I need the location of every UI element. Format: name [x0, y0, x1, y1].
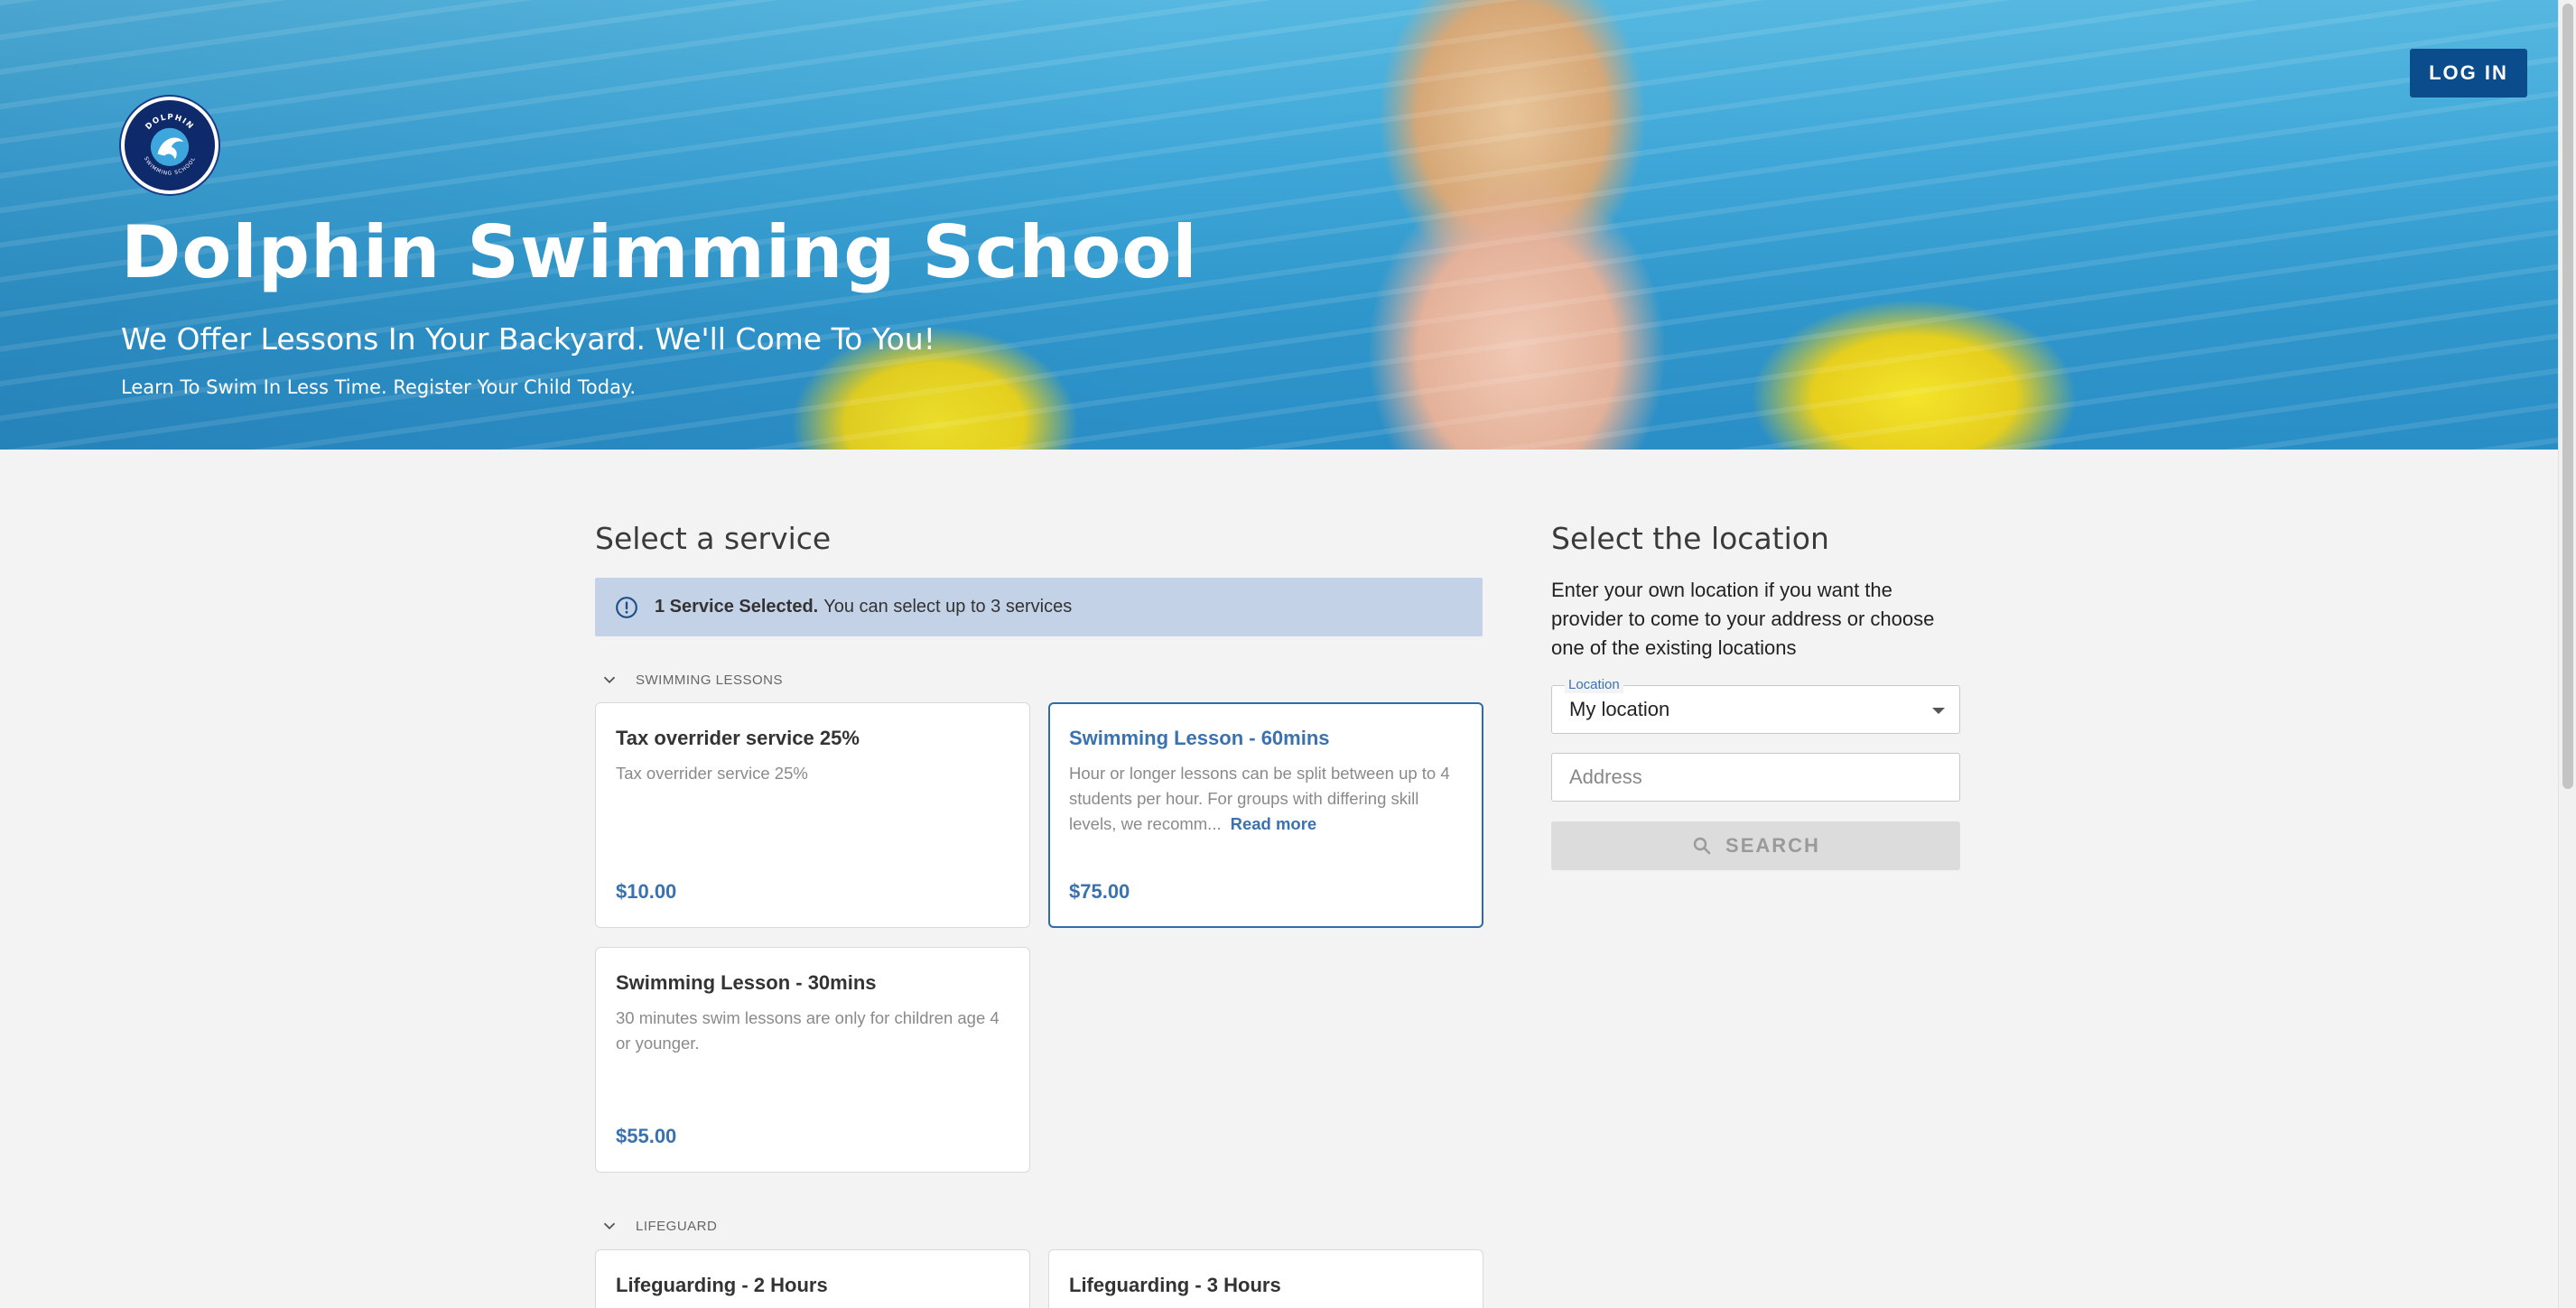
service-title: Lifeguarding - 2 Hours	[616, 1274, 828, 1296]
service-card-lifeguard-3h[interactable]: Lifeguarding - 3 Hours	[1048, 1249, 1483, 1308]
service-description: Hour or longer lessons can be split betw…	[1069, 761, 1463, 837]
dropdown-arrow-icon	[1932, 708, 1945, 714]
service-price: $75.00	[1069, 880, 1130, 903]
search-button-label: SEARCH	[1725, 834, 1820, 857]
location-description: Enter your own location if you want the …	[1551, 579, 1935, 659]
group-header-swimming-lessons[interactable]: SWIMMING LESSONS	[600, 670, 783, 690]
location-select[interactable]: Location My location	[1551, 677, 1960, 734]
page-scrollbar[interactable]	[2558, 0, 2576, 1308]
service-title: Swimming Lesson - 30mins	[616, 971, 877, 994]
service-price: $55.00	[616, 1125, 677, 1147]
info-icon	[616, 596, 637, 618]
service-description: Tax overrider service 25%	[616, 764, 808, 783]
scrollbar-thumb[interactable]	[2562, 4, 2573, 789]
services-heading: Select a service	[595, 521, 832, 556]
service-card-lifeguard-2h[interactable]: Lifeguarding - 2 Hours	[595, 1249, 1030, 1308]
chevron-down-icon	[603, 1222, 616, 1230]
group-label: SWIMMING LESSONS	[636, 672, 784, 688]
service-price: $10.00	[616, 880, 677, 903]
login-button[interactable]: LOG IN	[2410, 49, 2527, 97]
selection-hint: You can select up to 3 services	[823, 597, 1073, 617]
group-header-lifeguard[interactable]: LIFEGUARD	[600, 1216, 717, 1236]
location-select-value: My location	[1569, 698, 1670, 720]
location-heading: Select the location	[1551, 521, 1829, 556]
selection-info-banner: 1 Service Selected. You can select up to…	[595, 578, 1483, 636]
chevron-down-icon	[603, 676, 616, 684]
service-card-tax-overrider[interactable]: Tax overrider service 25% Tax overrider …	[595, 702, 1030, 928]
service-card-swimming-60[interactable]: Swimming Lesson - 60mins Hour or longer …	[1048, 702, 1483, 928]
service-description: 30 minutes swim lessons are only for chi…	[616, 1008, 1000, 1053]
service-title: Lifeguarding - 3 Hours	[1069, 1274, 1281, 1296]
location-select-label: Location	[1565, 677, 1623, 693]
selection-count: 1 Service Selected.	[655, 597, 819, 617]
hero-subtitle: We Offer Lessons In Your Backyard. We'll…	[121, 321, 935, 357]
page-title: Dolphin Swimming School	[121, 210, 1198, 294]
hero-tagline: Learn To Swim In Less Time. Register You…	[121, 376, 637, 398]
read-more-link[interactable]: Read more	[1231, 814, 1317, 833]
service-title: Swimming Lesson - 60mins	[1069, 727, 1330, 749]
school-logo: DOLPHIN SWIMMING SCHOOL	[121, 97, 219, 194]
search-icon	[1693, 837, 1711, 855]
address-input[interactable]	[1551, 753, 1960, 802]
service-title: Tax overrider service 25%	[616, 727, 860, 749]
search-button[interactable]: SEARCH	[1551, 821, 1960, 870]
group-label: LIFEGUARD	[636, 1218, 718, 1234]
service-card-swimming-30[interactable]: Swimming Lesson - 30mins 30 minutes swim…	[595, 947, 1030, 1173]
